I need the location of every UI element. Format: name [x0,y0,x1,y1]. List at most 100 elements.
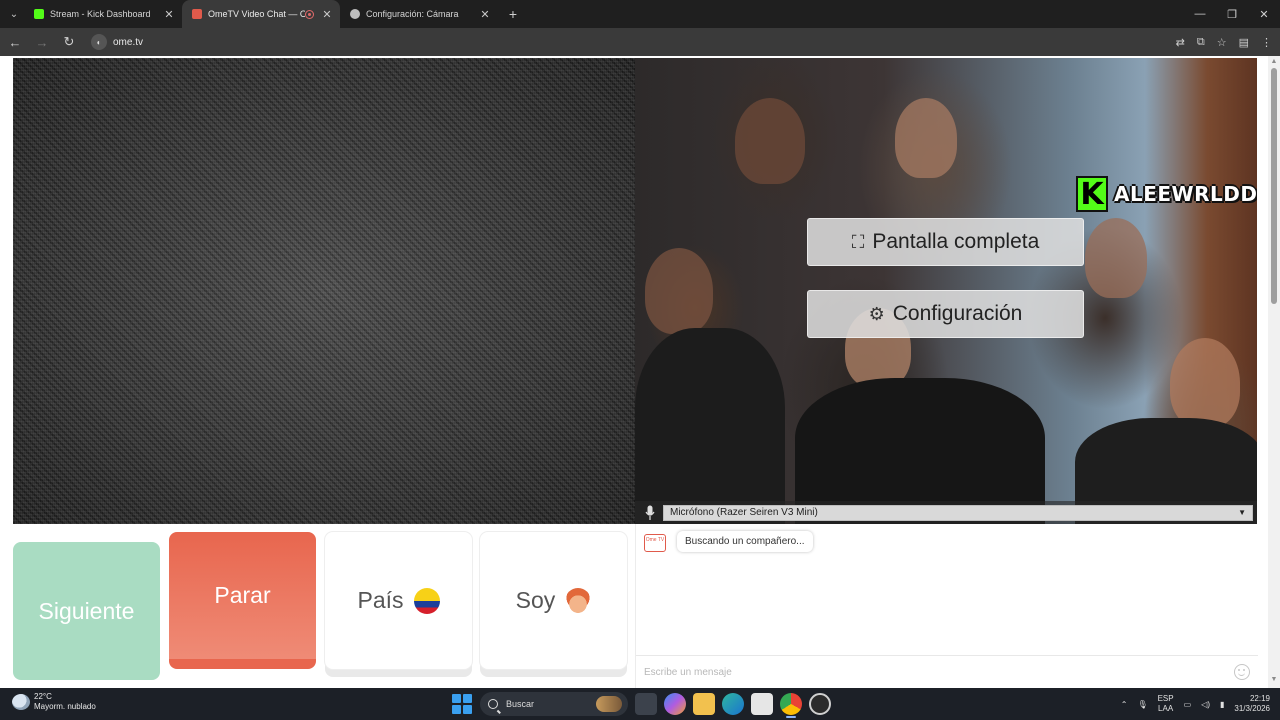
emoji-icon[interactable] [1234,664,1250,680]
recording-icon [305,9,314,19]
close-window-icon[interactable]: ✕ [1248,0,1280,28]
dropdown-arrow-icon: ▼ [1238,508,1246,517]
settings-label: Configuración [892,302,1023,325]
tab-title: Configuración: Cámara [366,9,459,19]
maximize-icon[interactable]: ❐ [1216,0,1248,28]
file-explorer-icon[interactable] [693,693,715,715]
gear-favicon-icon [350,9,360,19]
gear-icon: ⚙ [868,303,885,324]
microphone-icon [643,504,657,522]
tab-title: Stream - Kick Dashboard [50,9,151,19]
translate-icon[interactable]: ⇄ [1176,36,1185,49]
streamer-overlay: K ALEEWRLDD [1076,176,1257,212]
chrome-browser-icon[interactable] [780,693,802,718]
page-scrollbar[interactable]: ▲ ▼ [1268,56,1280,688]
scroll-thumb[interactable] [1271,68,1277,304]
shirt-shape [635,328,785,524]
ometv-logo-icon: Ome TV [644,534,666,552]
edge-browser-icon[interactable] [722,693,744,715]
next-label: Siguiente [38,597,135,624]
browser-tab-bar: ⌄ Stream - Kick Dashboard ✕ OmeTV Video … [0,0,1280,28]
microphone-svg [645,505,655,520]
toolbar-icons: ⇄ ⧉ ☆ ▤ ⋮ [1176,28,1272,56]
close-tab-icon[interactable]: ✕ [478,8,492,21]
volume-icon[interactable]: ◁) [1201,700,1210,709]
streamer-name: ALEEWRLDD [1114,182,1257,206]
country-button[interactable]: País [325,532,472,669]
cloudy-weather-icon [12,694,30,710]
microsoft-store-icon[interactable] [751,693,773,715]
country-label: País [357,587,404,613]
close-tab-icon[interactable]: ✕ [320,8,334,21]
tab-camera-settings[interactable]: Configuración: Cámara ✕ [340,0,498,28]
fullscreen-button[interactable]: ⛶ Pantalla completa [807,218,1084,266]
language-code: ESP [1157,694,1174,703]
weather-temperature: 22°C [34,692,52,701]
microphone-bar: Micrófono (Razer Seiren V3 Mini) ▼ [635,501,1257,524]
taskbar-apps: Buscar [452,692,831,718]
person-silhouette [645,248,713,334]
person-silhouette [1085,218,1147,298]
microphone-tray-icon[interactable]: 🎙 [1137,700,1147,709]
clock[interactable]: 22:19 31/3/2026 [1234,694,1270,714]
ometv-favicon-icon [192,9,202,19]
extensions-icon[interactable]: ▤ [1239,36,1249,49]
weather-widget[interactable]: 22°C Mayorm. nublado [12,692,96,712]
stop-button[interactable]: Parar [169,532,316,669]
url-text: ome.tv [113,36,144,48]
scroll-up-icon[interactable]: ▲ [1268,58,1280,68]
tab-search-icon[interactable]: ⌄ [4,4,24,24]
network-icon[interactable]: ▭ [1184,700,1192,709]
copilot-icon[interactable] [664,693,686,715]
microphone-selected-value: Micrófono (Razer Seiren V3 Mini) [670,507,818,518]
windows-start-icon[interactable] [452,694,472,714]
back-icon[interactable]: ← [3,30,27,54]
own-camera-video: K ALEEWRLDD ⛶ Pantalla completa ⚙ Config… [635,58,1257,524]
obs-studio-icon[interactable] [809,693,831,715]
bookmark-star-icon[interactable]: ☆ [1217,36,1227,49]
show-hidden-icons-icon[interactable]: ⌃ [1121,700,1128,709]
person-silhouette [1170,338,1240,428]
menu-dots-icon[interactable]: ⋮ [1261,36,1272,49]
kick-favicon-icon [34,9,44,19]
taskbar-search[interactable]: Buscar [480,692,628,716]
new-tab-button[interactable]: + [502,6,524,22]
stop-label: Parar [214,582,271,608]
tab-kick-dashboard[interactable]: Stream - Kick Dashboard ✕ [24,0,182,28]
settings-button[interactable]: ⚙ Configuración [807,290,1084,338]
scroll-down-icon[interactable]: ▼ [1268,676,1280,686]
input-language[interactable]: ESP LAA [1158,694,1174,714]
chat-message-input[interactable] [644,666,1204,678]
install-app-icon[interactable]: ⧉ [1197,36,1205,49]
taskbar: 22°C Mayorm. nublado Buscar ⌃ 🎙 ESP LAA … [0,688,1280,720]
chat-input-area [636,655,1258,688]
page-content: K ALEEWRLDD ⛶ Pantalla completa ⚙ Config… [0,56,1280,688]
language-layout: LAA [1158,704,1174,713]
next-button[interactable]: Siguiente [13,542,160,680]
search-highlight-icon [596,696,622,712]
close-tab-icon[interactable]: ✕ [162,8,176,21]
address-bar: ← → ↻ ◐ ome.tv ⇄ ⧉ ☆ ▤ ⋮ [0,28,1280,56]
fullscreen-label: Pantalla completa [872,230,1040,253]
weather-text: 22°C Mayorm. nublado [34,692,96,712]
tab-ometv[interactable]: OmeTV Video Chat — Ome ✕ [182,0,340,28]
fullscreen-icon: ⛶ [851,231,865,252]
partner-video [13,58,635,524]
forward-icon[interactable]: → [30,30,54,54]
system-tray: ⌃ 🎙 ESP LAA ▭ ◁) ▮ 22:19 31/3/2026 [1121,692,1270,716]
microphone-select[interactable]: Micrófono (Razer Seiren V3 Mini) ▼ [663,504,1253,521]
search-icon [488,699,498,709]
weather-description: Mayorm. nublado [34,702,96,711]
task-view-icon[interactable] [635,693,657,715]
site-info-icon[interactable]: ◐ [91,34,107,50]
kick-logo-icon: K [1076,176,1108,212]
reload-icon[interactable]: ↻ [57,30,81,54]
boy-avatar-icon [565,587,592,614]
battery-icon[interactable]: ▮ [1220,700,1224,709]
chat-panel: Ome TV Buscando un compañero... [635,524,1258,688]
person-silhouette [735,98,805,184]
url-field[interactable]: ◐ ome.tv [91,34,143,50]
minimize-icon[interactable]: — [1184,0,1216,28]
gender-button[interactable]: Soy [480,532,627,669]
clock-date: 31/3/2026 [1234,704,1270,713]
